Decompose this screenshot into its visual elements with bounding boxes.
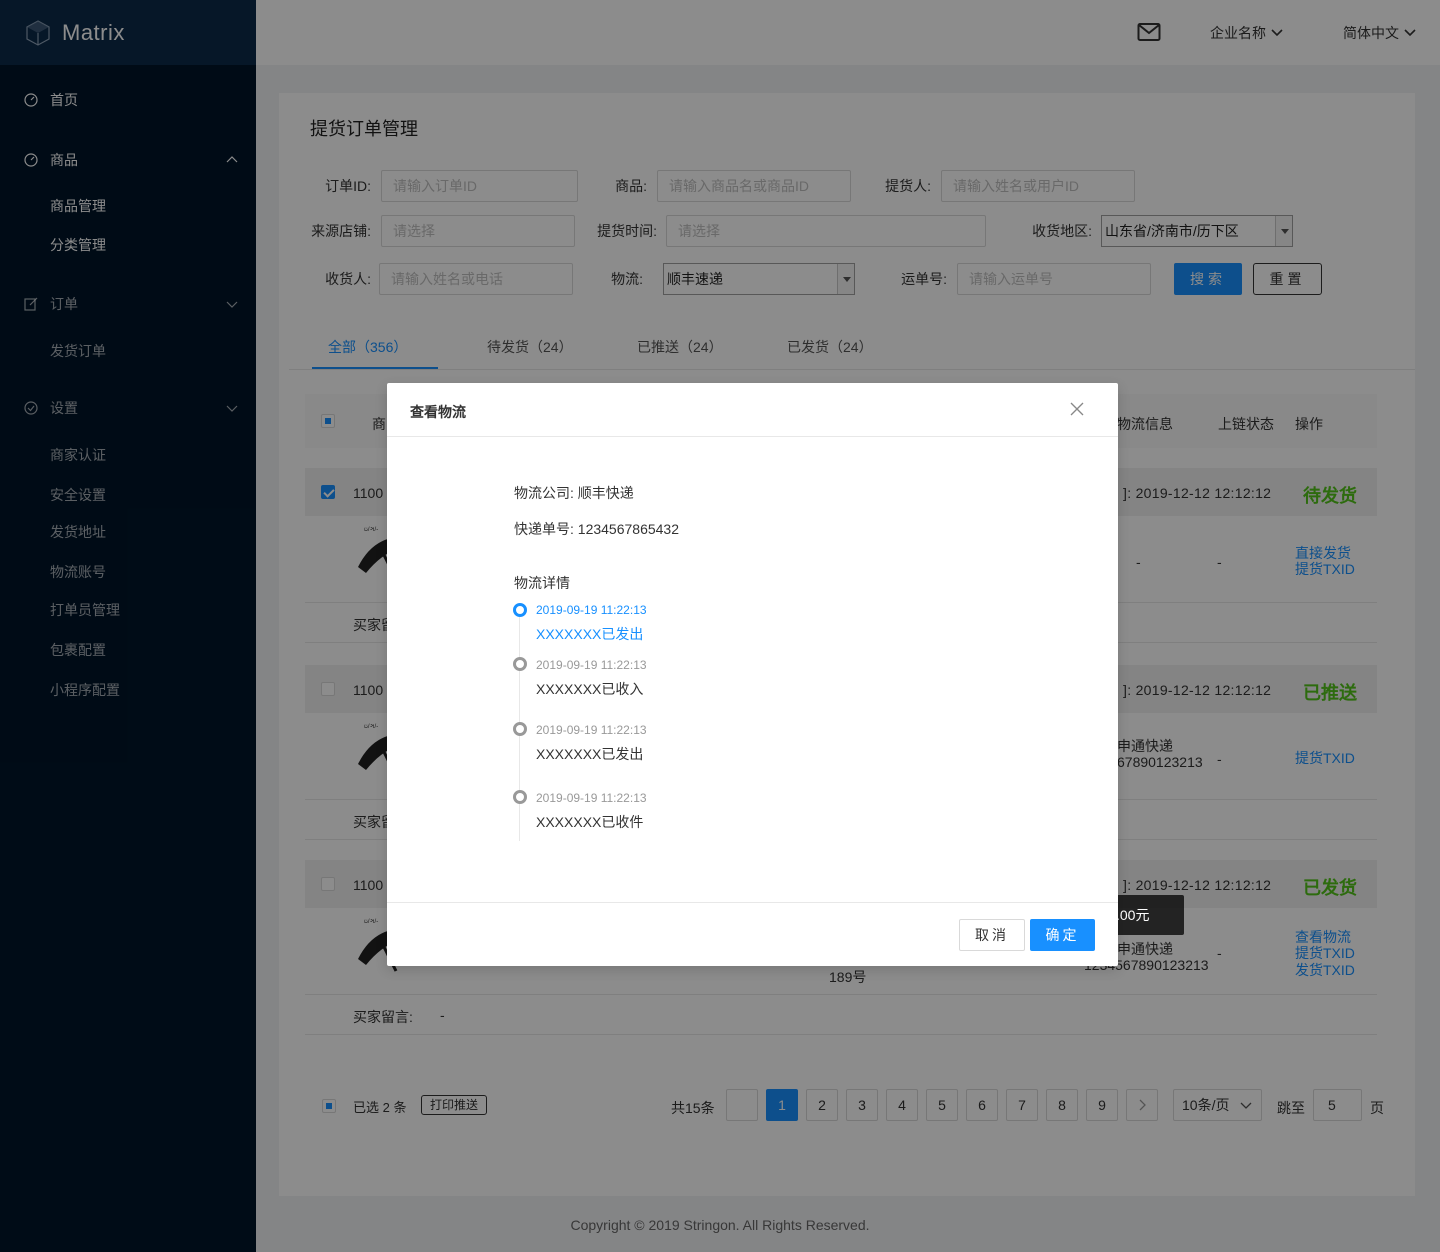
timeline-dot	[513, 603, 527, 617]
cancel-button[interactable]: 取消	[959, 919, 1025, 951]
timeline-time: 2019-09-19 11:22:13	[536, 723, 647, 737]
modal-footer-divider	[387, 902, 1118, 903]
modal-header: 查看物流	[387, 383, 1118, 437]
timeline-text: XXXXXXX已发出	[536, 626, 644, 642]
timeline-text: XXXXXXX已收入	[536, 681, 644, 697]
modal-title: 查看物流	[410, 404, 466, 420]
timeline-dot	[513, 722, 527, 736]
close-icon[interactable]	[1068, 400, 1086, 418]
timeline-time: 2019-09-19 11:22:13	[536, 658, 647, 672]
tracking-number-line: 快递单号: 1234567865432	[514, 521, 679, 537]
confirm-button[interactable]: 确定	[1030, 919, 1095, 951]
logistics-detail-title: 物流详情	[514, 575, 570, 591]
timeline-text: XXXXXXX已收件	[536, 814, 644, 830]
logistics-company-line: 物流公司: 顺丰快递	[514, 485, 634, 501]
timeline-text: XXXXXXX已发出	[536, 746, 644, 762]
timeline-time: 2019-09-19 11:22:13	[536, 603, 647, 617]
timeline-dot	[513, 657, 527, 671]
price-tooltip: .00元	[1110, 895, 1184, 935]
logistics-modal: 查看物流 物流公司: 顺丰快递 快递单号: 1234567865432 物流详情…	[387, 383, 1118, 966]
timeline-time: 2019-09-19 11:22:13	[536, 791, 647, 805]
timeline-dot	[513, 790, 527, 804]
